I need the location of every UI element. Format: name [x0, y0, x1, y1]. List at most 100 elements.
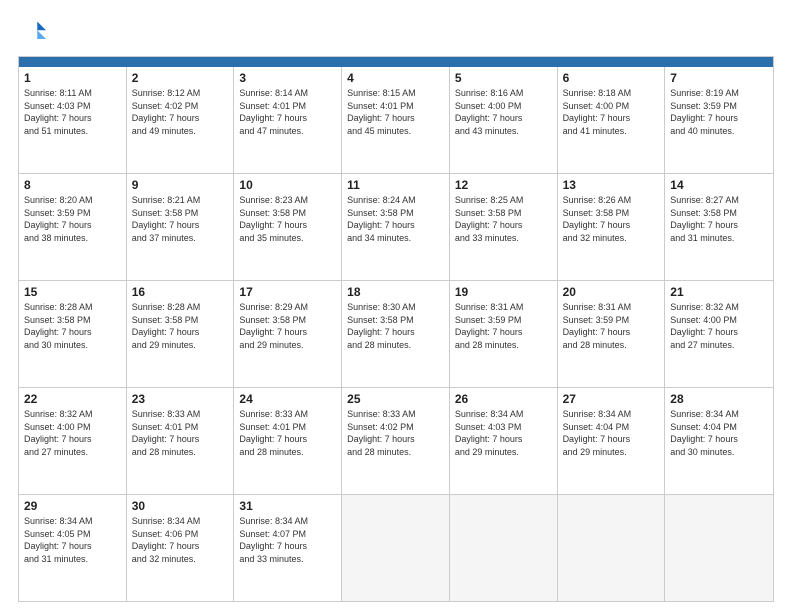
- table-row: 16 Sunrise: 8:28 AMSunset: 3:58 PMDaylig…: [127, 281, 235, 387]
- day-number: 2: [132, 71, 229, 85]
- table-row: 12 Sunrise: 8:25 AMSunset: 3:58 PMDaylig…: [450, 174, 558, 280]
- cell-info: Sunrise: 8:28 AMSunset: 3:58 PMDaylight:…: [132, 301, 229, 351]
- table-row: 31 Sunrise: 8:34 AMSunset: 4:07 PMDaylig…: [234, 495, 342, 601]
- day-number: 23: [132, 392, 229, 406]
- day-number: 31: [239, 499, 336, 513]
- table-row: 4 Sunrise: 8:15 AMSunset: 4:01 PMDayligh…: [342, 67, 450, 173]
- day-number: 14: [670, 178, 768, 192]
- table-row: 2 Sunrise: 8:12 AMSunset: 4:02 PMDayligh…: [127, 67, 235, 173]
- day-number: 17: [239, 285, 336, 299]
- table-row: 7 Sunrise: 8:19 AMSunset: 3:59 PMDayligh…: [665, 67, 773, 173]
- table-row: 6 Sunrise: 8:18 AMSunset: 4:00 PMDayligh…: [558, 67, 666, 173]
- table-row: [450, 495, 558, 601]
- cell-info: Sunrise: 8:32 AMSunset: 4:00 PMDaylight:…: [670, 301, 768, 351]
- day-number: 10: [239, 178, 336, 192]
- table-row: 22 Sunrise: 8:32 AMSunset: 4:00 PMDaylig…: [19, 388, 127, 494]
- header-monday: [127, 57, 235, 67]
- table-row: 18 Sunrise: 8:30 AMSunset: 3:58 PMDaylig…: [342, 281, 450, 387]
- day-number: 16: [132, 285, 229, 299]
- calendar-header: [19, 57, 773, 67]
- table-row: 30 Sunrise: 8:34 AMSunset: 4:06 PMDaylig…: [127, 495, 235, 601]
- day-number: 12: [455, 178, 552, 192]
- table-row: 21 Sunrise: 8:32 AMSunset: 4:00 PMDaylig…: [665, 281, 773, 387]
- table-row: 14 Sunrise: 8:27 AMSunset: 3:58 PMDaylig…: [665, 174, 773, 280]
- table-row: 20 Sunrise: 8:31 AMSunset: 3:59 PMDaylig…: [558, 281, 666, 387]
- day-number: 21: [670, 285, 768, 299]
- cell-info: Sunrise: 8:14 AMSunset: 4:01 PMDaylight:…: [239, 87, 336, 137]
- header-tuesday: [234, 57, 342, 67]
- table-row: 8 Sunrise: 8:20 AMSunset: 3:59 PMDayligh…: [19, 174, 127, 280]
- week-row-3: 15 Sunrise: 8:28 AMSunset: 3:58 PMDaylig…: [19, 281, 773, 388]
- page: 1 Sunrise: 8:11 AMSunset: 4:03 PMDayligh…: [0, 0, 792, 612]
- cell-info: Sunrise: 8:24 AMSunset: 3:58 PMDaylight:…: [347, 194, 444, 244]
- day-number: 22: [24, 392, 121, 406]
- cell-info: Sunrise: 8:31 AMSunset: 3:59 PMDaylight:…: [455, 301, 552, 351]
- header-saturday: [665, 57, 773, 67]
- week-row-1: 1 Sunrise: 8:11 AMSunset: 4:03 PMDayligh…: [19, 67, 773, 174]
- week-row-4: 22 Sunrise: 8:32 AMSunset: 4:00 PMDaylig…: [19, 388, 773, 495]
- day-number: 24: [239, 392, 336, 406]
- cell-info: Sunrise: 8:23 AMSunset: 3:58 PMDaylight:…: [239, 194, 336, 244]
- header-wednesday: [342, 57, 450, 67]
- cell-info: Sunrise: 8:29 AMSunset: 3:58 PMDaylight:…: [239, 301, 336, 351]
- table-row: 28 Sunrise: 8:34 AMSunset: 4:04 PMDaylig…: [665, 388, 773, 494]
- day-number: 1: [24, 71, 121, 85]
- day-number: 15: [24, 285, 121, 299]
- day-number: 3: [239, 71, 336, 85]
- cell-info: Sunrise: 8:34 AMSunset: 4:04 PMDaylight:…: [563, 408, 660, 458]
- table-row: [558, 495, 666, 601]
- cell-info: Sunrise: 8:21 AMSunset: 3:58 PMDaylight:…: [132, 194, 229, 244]
- table-row: 13 Sunrise: 8:26 AMSunset: 3:58 PMDaylig…: [558, 174, 666, 280]
- cell-info: Sunrise: 8:27 AMSunset: 3:58 PMDaylight:…: [670, 194, 768, 244]
- cell-info: Sunrise: 8:18 AMSunset: 4:00 PMDaylight:…: [563, 87, 660, 137]
- table-row: 9 Sunrise: 8:21 AMSunset: 3:58 PMDayligh…: [127, 174, 235, 280]
- day-number: 9: [132, 178, 229, 192]
- day-number: 27: [563, 392, 660, 406]
- day-number: 13: [563, 178, 660, 192]
- cell-info: Sunrise: 8:16 AMSunset: 4:00 PMDaylight:…: [455, 87, 552, 137]
- day-number: 5: [455, 71, 552, 85]
- cell-info: Sunrise: 8:33 AMSunset: 4:01 PMDaylight:…: [239, 408, 336, 458]
- day-number: 20: [563, 285, 660, 299]
- header: [18, 18, 774, 46]
- cell-info: Sunrise: 8:34 AMSunset: 4:07 PMDaylight:…: [239, 515, 336, 565]
- header-sunday: [19, 57, 127, 67]
- table-row: 17 Sunrise: 8:29 AMSunset: 3:58 PMDaylig…: [234, 281, 342, 387]
- cell-info: Sunrise: 8:34 AMSunset: 4:05 PMDaylight:…: [24, 515, 121, 565]
- cell-info: Sunrise: 8:34 AMSunset: 4:03 PMDaylight:…: [455, 408, 552, 458]
- table-row: 26 Sunrise: 8:34 AMSunset: 4:03 PMDaylig…: [450, 388, 558, 494]
- day-number: 18: [347, 285, 444, 299]
- cell-info: Sunrise: 8:31 AMSunset: 3:59 PMDaylight:…: [563, 301, 660, 351]
- table-row: 3 Sunrise: 8:14 AMSunset: 4:01 PMDayligh…: [234, 67, 342, 173]
- calendar: 1 Sunrise: 8:11 AMSunset: 4:03 PMDayligh…: [18, 56, 774, 602]
- day-number: 7: [670, 71, 768, 85]
- cell-info: Sunrise: 8:26 AMSunset: 3:58 PMDaylight:…: [563, 194, 660, 244]
- table-row: [342, 495, 450, 601]
- day-number: 19: [455, 285, 552, 299]
- logo: [18, 18, 50, 46]
- cell-info: Sunrise: 8:20 AMSunset: 3:59 PMDaylight:…: [24, 194, 121, 244]
- table-row: 27 Sunrise: 8:34 AMSunset: 4:04 PMDaylig…: [558, 388, 666, 494]
- day-number: 28: [670, 392, 768, 406]
- logo-icon: [18, 18, 46, 46]
- week-row-2: 8 Sunrise: 8:20 AMSunset: 3:59 PMDayligh…: [19, 174, 773, 281]
- cell-info: Sunrise: 8:19 AMSunset: 3:59 PMDaylight:…: [670, 87, 768, 137]
- header-thursday: [450, 57, 558, 67]
- day-number: 29: [24, 499, 121, 513]
- day-number: 8: [24, 178, 121, 192]
- cell-info: Sunrise: 8:34 AMSunset: 4:04 PMDaylight:…: [670, 408, 768, 458]
- table-row: 29 Sunrise: 8:34 AMSunset: 4:05 PMDaylig…: [19, 495, 127, 601]
- cell-info: Sunrise: 8:33 AMSunset: 4:02 PMDaylight:…: [347, 408, 444, 458]
- table-row: 15 Sunrise: 8:28 AMSunset: 3:58 PMDaylig…: [19, 281, 127, 387]
- cell-info: Sunrise: 8:25 AMSunset: 3:58 PMDaylight:…: [455, 194, 552, 244]
- cell-info: Sunrise: 8:30 AMSunset: 3:58 PMDaylight:…: [347, 301, 444, 351]
- cell-info: Sunrise: 8:32 AMSunset: 4:00 PMDaylight:…: [24, 408, 121, 458]
- header-friday: [558, 57, 666, 67]
- day-number: 11: [347, 178, 444, 192]
- day-number: 6: [563, 71, 660, 85]
- day-number: 26: [455, 392, 552, 406]
- table-row: 5 Sunrise: 8:16 AMSunset: 4:00 PMDayligh…: [450, 67, 558, 173]
- cell-info: Sunrise: 8:33 AMSunset: 4:01 PMDaylight:…: [132, 408, 229, 458]
- table-row: 23 Sunrise: 8:33 AMSunset: 4:01 PMDaylig…: [127, 388, 235, 494]
- cell-info: Sunrise: 8:34 AMSunset: 4:06 PMDaylight:…: [132, 515, 229, 565]
